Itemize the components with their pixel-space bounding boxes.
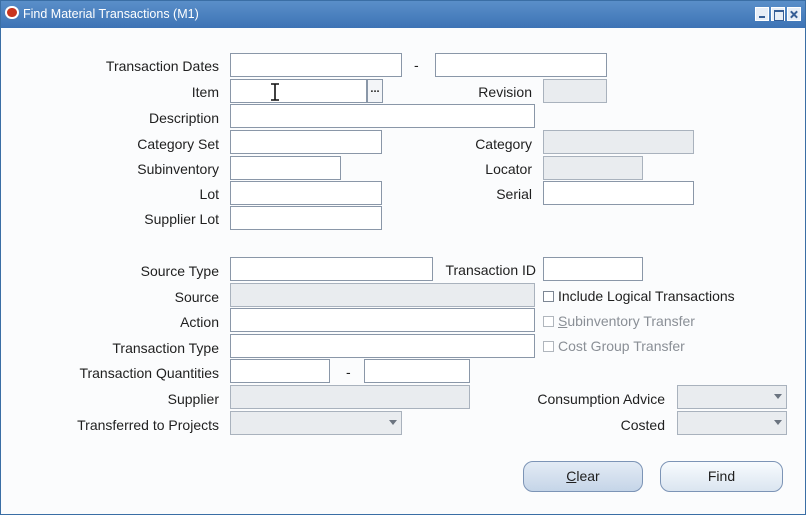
item-label: Item — [191, 84, 219, 100]
revision-label: Revision — [478, 84, 532, 100]
source-label: Source — [174, 289, 219, 305]
cost-group-transfer-checkbox[interactable]: Cost Group Transfer — [543, 338, 685, 354]
costed-select[interactable] — [677, 411, 787, 435]
date-range-separator: - — [414, 57, 419, 73]
transaction-date-to-field[interactable] — [435, 53, 607, 77]
clear-button-label: lear — [576, 468, 600, 484]
lot-label: Lot — [199, 186, 219, 202]
source-type-label: Source Type — [140, 263, 219, 279]
close-icon[interactable] — [787, 7, 801, 21]
checkbox-icon[interactable] — [543, 341, 554, 352]
transaction-quantity-from-field[interactable] — [230, 359, 330, 383]
item-field[interactable] — [230, 79, 367, 103]
category-set-label: Category Set — [137, 136, 219, 152]
source-type-field[interactable] — [230, 257, 433, 281]
serial-field[interactable] — [543, 181, 694, 205]
supplier-lot-label: Supplier Lot — [144, 211, 219, 227]
window-title: Find Material Transactions (M1) — [23, 7, 199, 21]
costed-label: Costed — [620, 417, 665, 433]
subinventory-field[interactable] — [230, 156, 341, 180]
include-logical-transactions-label: Include Logical Transactions — [558, 288, 735, 304]
source-field[interactable] — [230, 283, 535, 307]
oracle-icon — [5, 6, 19, 19]
text-cursor-icon — [271, 83, 279, 101]
find-material-transactions-window: Find Material Transactions (M1) Transact… — [0, 0, 806, 515]
revision-field[interactable] — [543, 79, 607, 103]
item-lov-button[interactable]: ... — [367, 79, 383, 103]
subinventory-label: Subinventory — [137, 161, 219, 177]
transaction-date-from-field[interactable] — [230, 53, 402, 77]
include-logical-transactions-checkbox[interactable]: Include Logical Transactions — [543, 288, 735, 304]
consumption-advice-select[interactable] — [677, 385, 787, 409]
quantity-range-separator: - — [346, 364, 351, 380]
maximize-icon[interactable] — [771, 7, 785, 21]
chevron-down-icon — [774, 394, 782, 399]
transaction-id-label: Transaction ID — [445, 262, 536, 278]
locator-label: Locator — [485, 161, 532, 177]
transferred-to-projects-select[interactable] — [230, 411, 402, 435]
transaction-quantities-label: Transaction Quantities — [79, 365, 219, 381]
checkbox-icon[interactable] — [543, 291, 554, 302]
supplier-label: Supplier — [167, 391, 219, 407]
lot-field[interactable] — [230, 181, 382, 205]
category-set-field[interactable] — [230, 130, 382, 154]
subinventory-transfer-checkbox[interactable]: Subinventory Transfer — [543, 313, 695, 329]
clear-button-mnemonic: C — [566, 468, 577, 484]
action-label: Action — [180, 314, 219, 330]
supplier-field[interactable] — [230, 385, 470, 409]
clear-button[interactable]: Clear — [523, 461, 643, 492]
title-bar[interactable]: Find Material Transactions (M1) — [1, 1, 805, 28]
serial-label: Serial — [496, 186, 532, 202]
transaction-id-field[interactable] — [543, 257, 643, 281]
transaction-type-field[interactable] — [230, 334, 535, 358]
subinventory-transfer-label: ubinventory Transfer — [567, 313, 695, 329]
transaction-quantity-to-field[interactable] — [364, 359, 470, 383]
transferred-to-projects-label: Transferred to Projects — [77, 417, 219, 433]
minimize-icon[interactable] — [755, 7, 769, 21]
description-field[interactable] — [230, 104, 535, 128]
action-field[interactable] — [230, 308, 535, 332]
transaction-dates-label: Transaction Dates — [105, 58, 219, 74]
consumption-advice-label: Consumption Advice — [537, 391, 665, 407]
description-label: Description — [148, 110, 219, 126]
chevron-down-icon — [389, 420, 397, 425]
checkbox-icon[interactable] — [543, 316, 554, 327]
cost-group-transfer-label: Cost Group Transfer — [558, 338, 685, 354]
find-button[interactable]: Find — [660, 461, 783, 492]
transaction-type-label: Transaction Type — [112, 340, 219, 356]
locator-field[interactable] — [543, 156, 643, 180]
category-field[interactable] — [543, 130, 694, 154]
category-label: Category — [475, 136, 532, 152]
chevron-down-icon — [774, 420, 782, 425]
supplier-lot-field[interactable] — [230, 206, 382, 230]
subinventory-transfer-mnemonic: S — [558, 313, 568, 329]
